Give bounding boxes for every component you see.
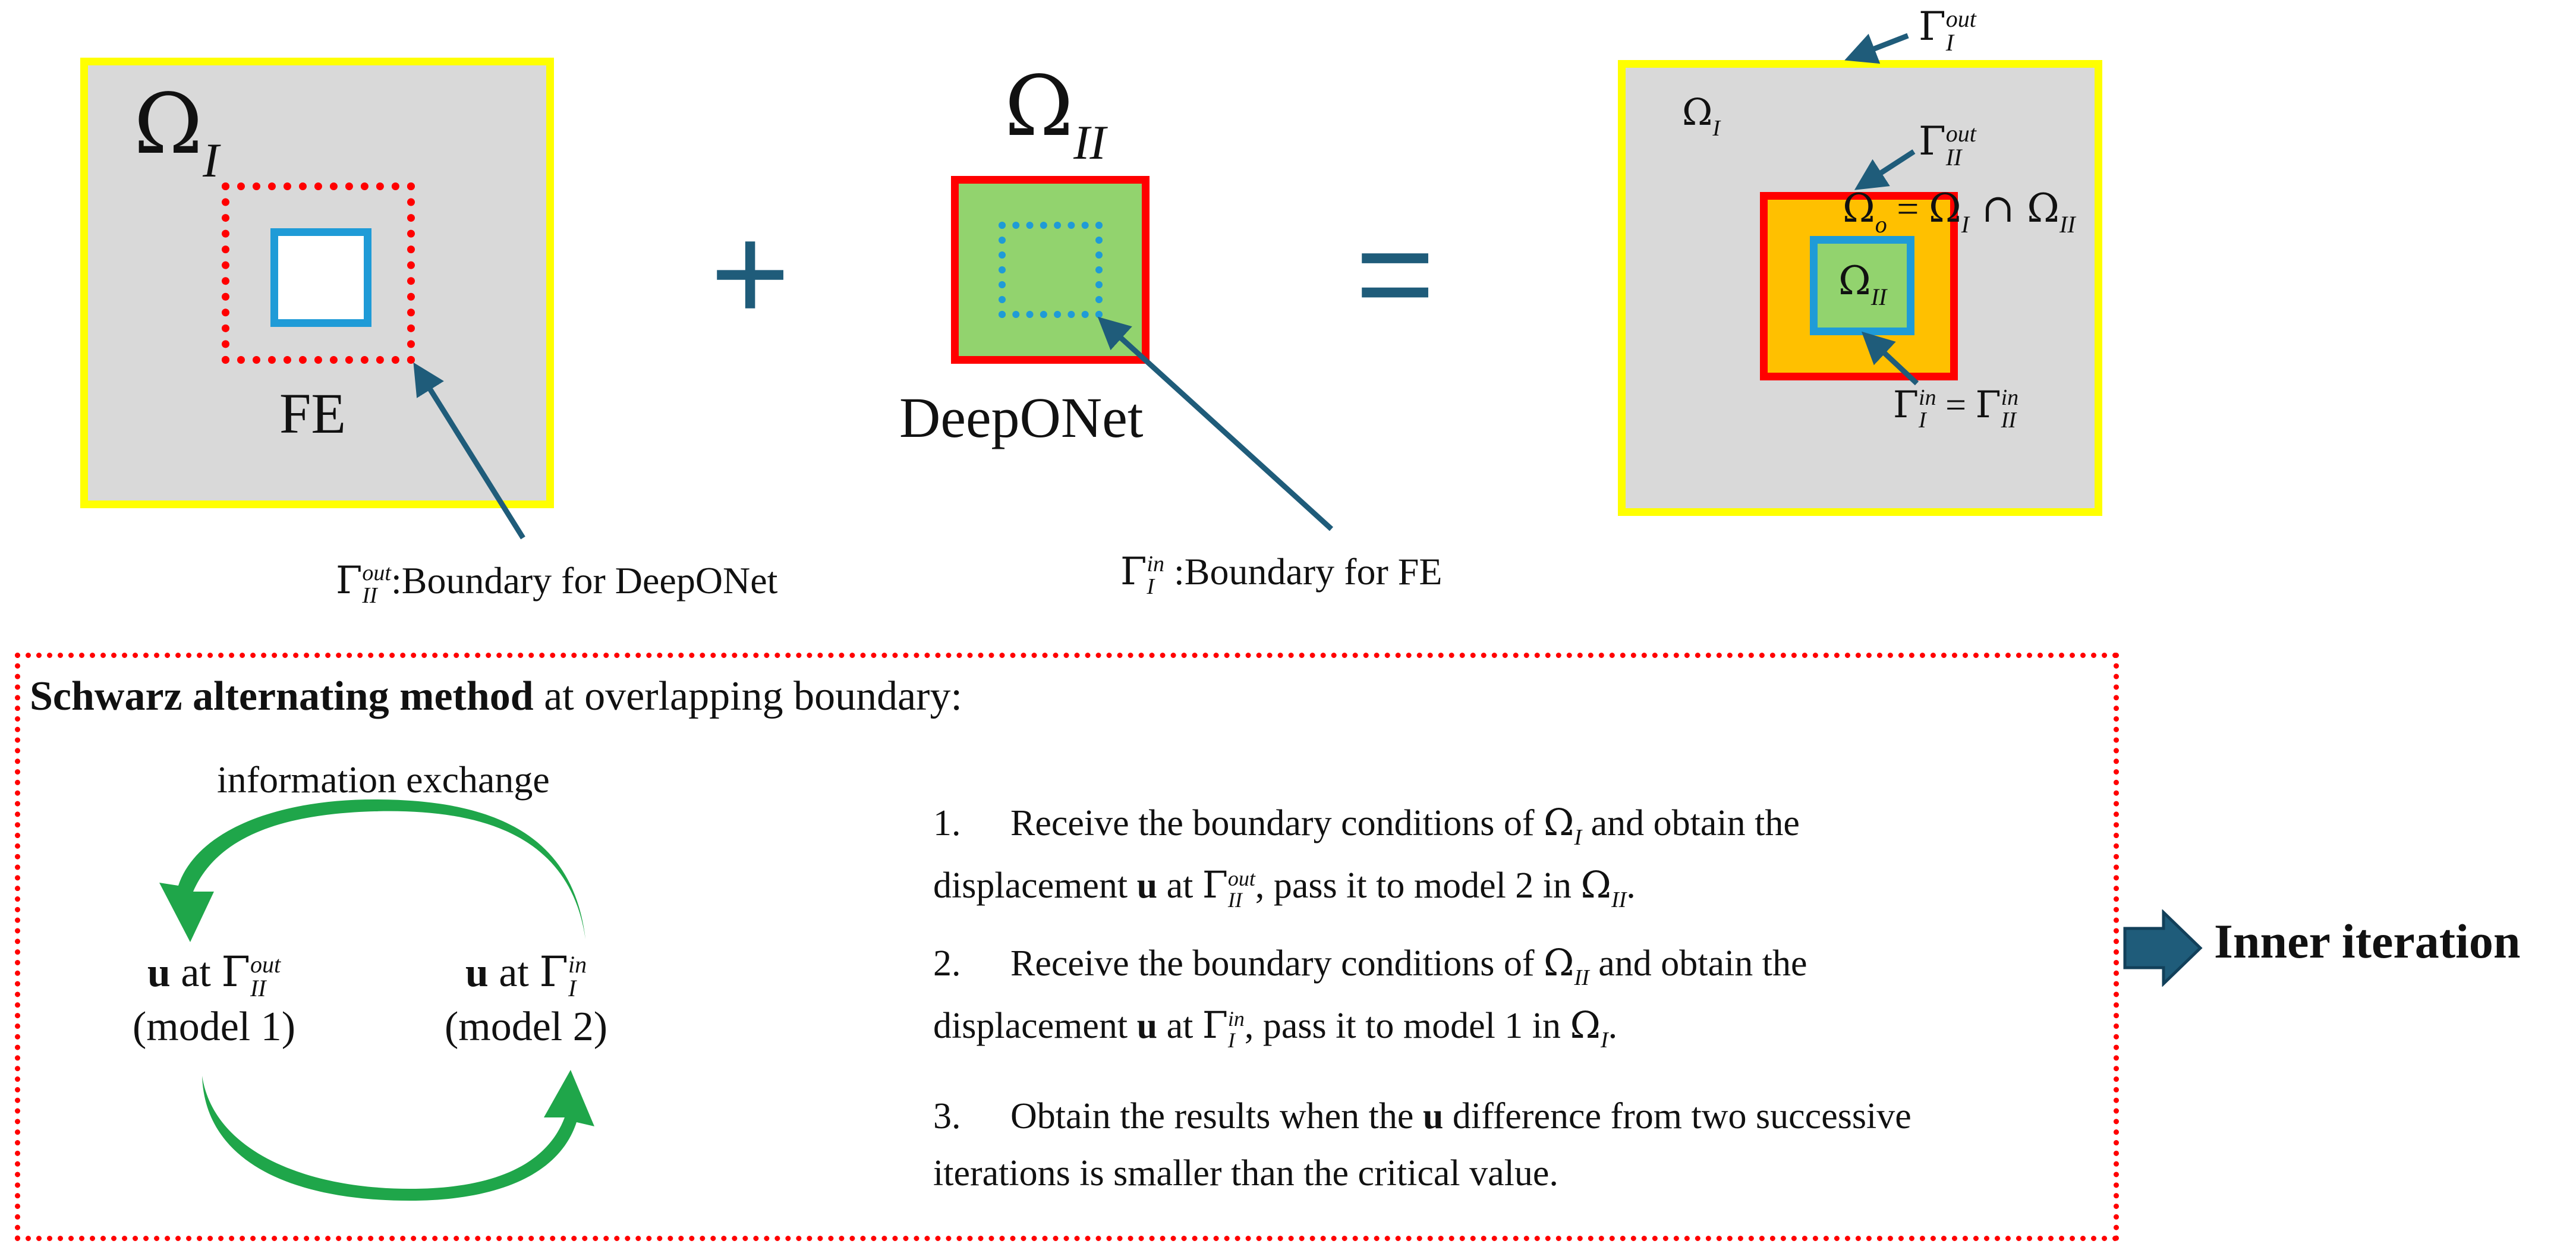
node-model-2: u at Γin I (model 2)	[444, 947, 608, 1050]
node-model-1: u at Γout II (model 1)	[132, 947, 296, 1050]
arrow-to-gamma-II-out	[1854, 149, 1916, 190]
method-title: Schwarz alternating method at overlappin…	[30, 673, 962, 719]
inner-iteration-arrow-icon	[2123, 909, 2203, 987]
cycle-arrow-bottom	[202, 1070, 594, 1201]
step-2: 2. Receive the boundary conditions of ΩII…	[933, 941, 1807, 1053]
step-1: 1. Receive the boundary conditions of ΩI …	[933, 801, 1800, 912]
inner-iteration-label: Inner iteration	[2214, 914, 2521, 968]
step-3: 3. Obtain the results when the u differen…	[933, 1096, 1911, 1194]
cycle-arrow-top	[159, 799, 585, 942]
arrow-to-gamma-in	[1861, 331, 1919, 386]
arrow-to-inner-boundary	[1097, 316, 1334, 531]
annotation-gamma-II-out: Γout II:Boundary for DeepONet	[336, 559, 778, 609]
arrow-to-gamma-I-out	[1844, 33, 1909, 64]
info-exchange-label: information exchange	[217, 758, 550, 801]
arrow-to-overlap-boundary	[413, 362, 525, 540]
annotation-gamma-I-in: Γin I :Boundary for FE	[1120, 550, 1443, 600]
